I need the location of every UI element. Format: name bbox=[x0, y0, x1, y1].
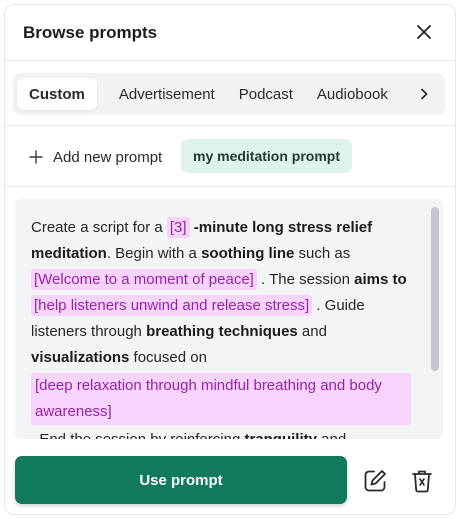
prompt-variable: [Welcome to a moment of peace] bbox=[31, 269, 257, 290]
prompt-text: Create a script for a [3] -minute long s… bbox=[31, 215, 411, 439]
prompt-variable: [3] bbox=[166, 217, 190, 238]
prompt-variable: [help listeners unwind and release stres… bbox=[31, 295, 313, 316]
edit-icon bbox=[364, 470, 386, 492]
tabs-scroll-right-button[interactable] bbox=[411, 81, 437, 107]
prompt-scrollbar-thumb[interactable] bbox=[431, 207, 439, 371]
delete-prompt-button[interactable] bbox=[407, 466, 437, 496]
prompt-preview: Create a script for a [3] -minute long s… bbox=[15, 199, 443, 439]
add-new-prompt-label: Add new prompt bbox=[53, 148, 163, 166]
prompt-emphasis: breathing techniques bbox=[146, 323, 298, 340]
chevron-right-icon bbox=[421, 88, 428, 100]
category-tabs: Custom Advertisement Podcast Audiobook bbox=[13, 73, 445, 115]
prompt-list: Add new prompt my meditation prompt bbox=[5, 127, 455, 187]
plus-icon bbox=[29, 150, 43, 164]
prompt-emphasis: tranquility bbox=[244, 431, 317, 439]
tab-podcast[interactable]: Podcast bbox=[227, 78, 305, 110]
tab-audiobook[interactable]: Audiobook bbox=[305, 78, 400, 110]
prompt-text-segment: . The session bbox=[256, 271, 355, 288]
prompt-emphasis: visualizations bbox=[31, 349, 130, 366]
close-button[interactable] bbox=[413, 21, 435, 43]
edit-prompt-button[interactable] bbox=[360, 466, 390, 496]
prompt-text-segment: . End the session by reinforcing bbox=[31, 431, 244, 439]
prompt-text-segment: Create a script for a bbox=[31, 219, 167, 236]
category-tabs-bar: Custom Advertisement Podcast Audiobook bbox=[5, 62, 455, 126]
use-prompt-button[interactable]: Use prompt bbox=[15, 456, 347, 504]
trash-icon bbox=[412, 470, 432, 493]
panel-header: Browse prompts bbox=[5, 5, 455, 61]
prompt-variable: [deep relaxation through mindful breathi… bbox=[31, 373, 411, 425]
panel-title: Browse prompts bbox=[23, 23, 158, 42]
prompt-emphasis: aims to bbox=[354, 271, 407, 288]
close-icon bbox=[417, 25, 431, 39]
prompt-text-segment: . Begin with a bbox=[106, 245, 202, 262]
add-new-prompt-button[interactable]: Add new prompt bbox=[29, 145, 162, 169]
prompt-scrollbar[interactable] bbox=[431, 207, 439, 431]
tab-custom[interactable]: Custom bbox=[17, 78, 97, 110]
prompt-text-segment: focused on bbox=[129, 349, 207, 366]
prompt-text-segment: such as bbox=[294, 245, 351, 262]
browse-prompts-panel: Browse prompts Custom Advertisement Podc… bbox=[4, 4, 456, 515]
prompt-chip-selected[interactable]: my meditation prompt bbox=[181, 139, 353, 173]
panel-footer: Use prompt bbox=[5, 449, 455, 514]
tab-advertisement[interactable]: Advertisement bbox=[107, 78, 227, 110]
prompt-text-segment: and bbox=[317, 431, 346, 439]
prompt-emphasis: soothing line bbox=[201, 245, 295, 262]
prompt-text-segment: and bbox=[297, 323, 327, 340]
